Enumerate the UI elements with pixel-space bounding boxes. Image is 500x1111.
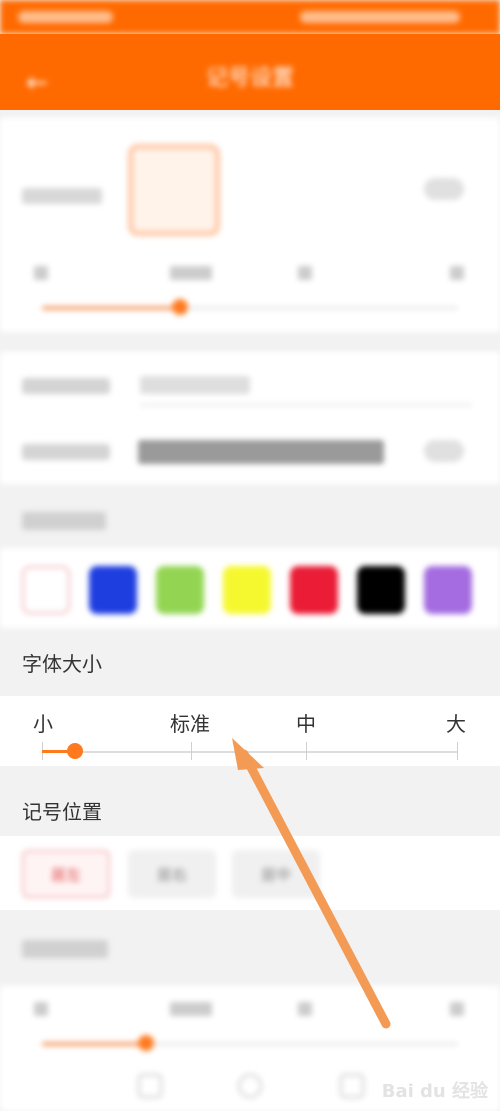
annotation-arrow-icon xyxy=(232,738,391,1029)
watermark-logo: Bai du 经验 xyxy=(381,1081,488,1102)
